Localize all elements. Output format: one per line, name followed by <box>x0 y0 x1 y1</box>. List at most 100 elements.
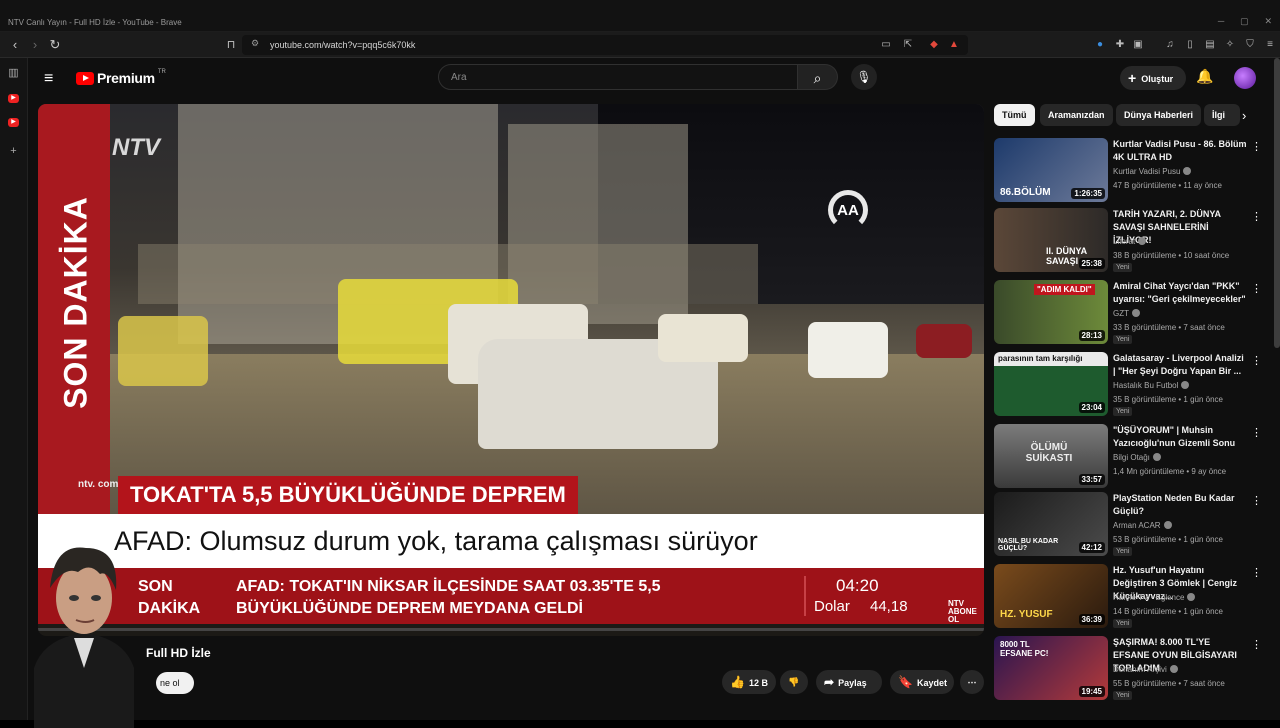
subline-text: AFAD: Olumsuz durum yok, tarama çalışmas… <box>114 526 758 556</box>
screenshot-icon[interactable]: ▣ <box>1130 37 1146 53</box>
youtube-page: ≡ Premium TR Ara ⌕ 🎙 + Oluştur 🔔 SON DAK… <box>28 58 1280 728</box>
search-input[interactable]: Ara <box>438 64 798 90</box>
more-vert-icon[interactable]: ⋮ <box>1251 210 1262 223</box>
maximize-icon[interactable]: ▢ <box>1240 16 1249 30</box>
recommendation-item[interactable]: "ADIM KALDI" 28:13 Amiral Cihat Yaycı'da… <box>994 280 1262 346</box>
youtube-tab-icon-active[interactable]: ▶ <box>8 118 19 127</box>
video-thumbnail[interactable]: "ADIM KALDI" 28:13 <box>994 280 1108 344</box>
save-button[interactable]: 🔖 Kaydet <box>890 670 954 694</box>
verified-icon <box>1187 593 1196 601</box>
news-ticker: SON DAKİKA AFAD: TOKAT'IN NİKSAR İLÇESİN… <box>38 568 984 624</box>
vpn-icon[interactable]: ⛉ <box>1242 37 1258 53</box>
news-headline: TOKAT'TA 5,5 BÜYÜKLÜĞÜNDE DEPREM <box>118 476 578 514</box>
create-button[interactable]: + Oluştur <box>1120 66 1186 90</box>
leo-ai-icon[interactable]: ✧ <box>1222 37 1238 53</box>
minimize-icon[interactable]: ─ <box>1218 16 1224 30</box>
channel-name[interactable]: GZT <box>1113 309 1140 318</box>
subscribe-button[interactable]: ne ol <box>156 672 194 694</box>
thumbnail-text: "ADIM KALDI" <box>1034 284 1095 295</box>
recommendation-item[interactable]: 86.BÖLÜM 1:26:35 Kurtlar Vadisi Pusu - 8… <box>994 138 1262 204</box>
window-controls[interactable]: ─ ▢ ✕ <box>1210 16 1280 30</box>
hamburger-menu-icon[interactable]: ≡ <box>44 70 53 88</box>
chip-all[interactable]: Tümü <box>994 104 1035 126</box>
more-vert-icon[interactable]: ⋮ <box>1251 494 1262 507</box>
notifications-bell-icon[interactable]: 🔔 <box>1196 68 1213 85</box>
sidebar-toggle-icon[interactable]: ▯ <box>1182 37 1198 53</box>
dislike-button[interactable]: 👎 <box>780 670 808 694</box>
video-thumbnail[interactable]: parasının tam karşılığı 23:04 <box>994 352 1108 416</box>
recommendation-item[interactable]: ÖLÜMÜ SUİKASTI 33:57 "ÜŞÜYORUM" | Muhsin… <box>994 424 1262 490</box>
channel-name[interactable]: Rafine TV - Eğlence <box>1113 593 1196 602</box>
more-vert-icon[interactable]: ⋮ <box>1251 354 1262 367</box>
video-thumbnail[interactable]: 8000 TL EFSANE PC! 19:45 <box>994 636 1108 700</box>
youtube-tab-icon[interactable]: ▶ <box>8 94 19 103</box>
more-vert-icon[interactable]: ⋮ <box>1251 140 1262 153</box>
recommendation-title[interactable]: "ÜŞÜYORUM" | Muhsin Yazıcıoğlu'nun Gizem… <box>1113 424 1247 450</box>
menu-icon[interactable]: ≡ <box>1262 37 1278 53</box>
video-thumbnail[interactable]: II. DÜNYA SAVAŞI 25:38 <box>994 208 1108 272</box>
recommendation-item[interactable]: II. DÜNYA SAVAŞI 25:38 TARİH YAZARI, 2. … <box>994 208 1262 274</box>
brave-shields-icon[interactable]: ◆ <box>926 37 942 53</box>
filter-chips: Tümü Aramanızdan Dünya Haberleri İlgi <box>994 104 1254 126</box>
recommendation-title[interactable]: PlayStation Neden Bu Kadar Güçlü? <box>1113 492 1247 518</box>
share-icon[interactable]: ⇱ <box>900 37 916 53</box>
more-vert-icon[interactable]: ⋮ <box>1251 282 1262 295</box>
save-label: Kaydet <box>916 678 947 688</box>
more-vert-icon[interactable]: ⋮ <box>1251 426 1262 439</box>
search-icon[interactable]: ⌕ <box>798 64 838 90</box>
streamer-avatar-overlay <box>34 547 134 728</box>
chip-related[interactable]: İlgi <box>1204 104 1240 126</box>
video-player[interactable]: SON DAKİKA NTV AA ntv. com. tr TOKAT'TA … <box>38 104 984 636</box>
video-progress-bar[interactable] <box>38 628 984 631</box>
video-thumbnail[interactable]: NASIL BU KADAR GÜÇLÜ? 42:12 <box>994 492 1108 556</box>
forward-icon[interactable]: › <box>26 36 44 54</box>
thumbnail-text: HZ. YUSUF <box>1000 609 1053 620</box>
share-button[interactable]: ➦ Paylaş <box>816 670 882 694</box>
recommendation-item[interactable]: NASIL BU KADAR GÜÇLÜ? 42:12 PlayStation … <box>994 492 1262 558</box>
back-icon[interactable]: ‹ <box>6 36 24 54</box>
aa-agency-logo: AA <box>828 190 868 230</box>
site-info-icon[interactable]: ⚙ <box>251 38 259 49</box>
user-avatar[interactable] <box>1234 67 1256 89</box>
channel-name[interactable]: Kurtlar Vadisi Pusu <box>1113 167 1192 176</box>
channel-name[interactable]: Donanım Arşivi <box>1113 665 1178 674</box>
url-text[interactable]: youtube.com/watch?v=pqq5c6k70kk <box>270 40 415 50</box>
youtube-logo[interactable]: Premium TR <box>76 69 166 86</box>
recommendation-title[interactable]: Amiral Cihat Yaycı'dan "PKK" uyarısı: "G… <box>1113 280 1247 306</box>
channel-name[interactable]: Arman ACAR <box>1113 521 1172 530</box>
video-thumbnail[interactable]: HZ. YUSUF 36:39 <box>994 564 1108 628</box>
video-duration: 23:04 <box>1078 402 1105 413</box>
cast-icon[interactable]: ▭ <box>878 37 894 53</box>
close-icon[interactable]: ✕ <box>1265 16 1273 30</box>
recommendation-item[interactable]: HZ. YUSUF 36:39 Hz. Yusuf'un Hayatını De… <box>994 564 1262 630</box>
page-scrollbar[interactable] <box>1274 58 1280 348</box>
more-actions-button[interactable]: ⋯ <box>960 670 984 694</box>
recommendation-title[interactable]: Kurtlar Vadisi Pusu - 86. Bölüm 4K ULTRA… <box>1113 138 1247 164</box>
add-tab-icon[interactable]: + <box>6 144 21 159</box>
puzzle-icon[interactable]: ✚ <box>1112 37 1128 53</box>
channel-name[interactable]: Bilgi Otağı <box>1113 453 1161 462</box>
more-vert-icon[interactable]: ⋮ <box>1251 638 1262 651</box>
channel-name[interactable]: Literat <box>1113 237 1147 246</box>
chip-world-news[interactable]: Dünya Haberleri <box>1116 104 1202 126</box>
video-thumbnail[interactable]: ÖLÜMÜ SUİKASTI 33:57 <box>994 424 1108 488</box>
bookmark-icon[interactable]: ⊓ <box>222 36 240 54</box>
recommendation-item[interactable]: 8000 TL EFSANE PC! 19:45 ŞAŞIRMA! 8.000 … <box>994 636 1262 702</box>
reload-icon[interactable]: ↻ <box>46 36 64 54</box>
recommendation-title[interactable]: Galatasaray - Liverpool Analizi | "Her Ş… <box>1113 352 1247 378</box>
address-bar[interactable]: ⚙ youtube.com/watch?v=pqq5c6k70kk ▭ ⇱ ◆ … <box>242 35 968 55</box>
channel-name[interactable]: Hastalık Bu Futbol <box>1113 381 1190 390</box>
sidebar-panel-icon[interactable]: ▥ <box>6 66 21 81</box>
chip-from-search[interactable]: Aramanızdan <box>1040 104 1113 126</box>
brave-rewards-icon[interactable]: ▲ <box>946 37 962 53</box>
recommendation-item[interactable]: parasının tam karşılığı 23:04 Galatasara… <box>994 352 1262 418</box>
extension-icon[interactable]: ● <box>1092 37 1108 53</box>
music-icon[interactable]: ♫ <box>1162 37 1178 53</box>
microphone-icon[interactable]: 🎙 <box>851 64 877 90</box>
verified-icon <box>1132 309 1140 317</box>
more-vert-icon[interactable]: ⋮ <box>1251 566 1262 579</box>
wallet-icon[interactable]: ▤ <box>1202 37 1218 53</box>
like-button[interactable]: 👍 12 B <box>722 670 776 694</box>
chevron-right-icon[interactable]: › <box>1242 108 1246 123</box>
video-thumbnail[interactable]: 86.BÖLÜM 1:26:35 <box>994 138 1108 202</box>
